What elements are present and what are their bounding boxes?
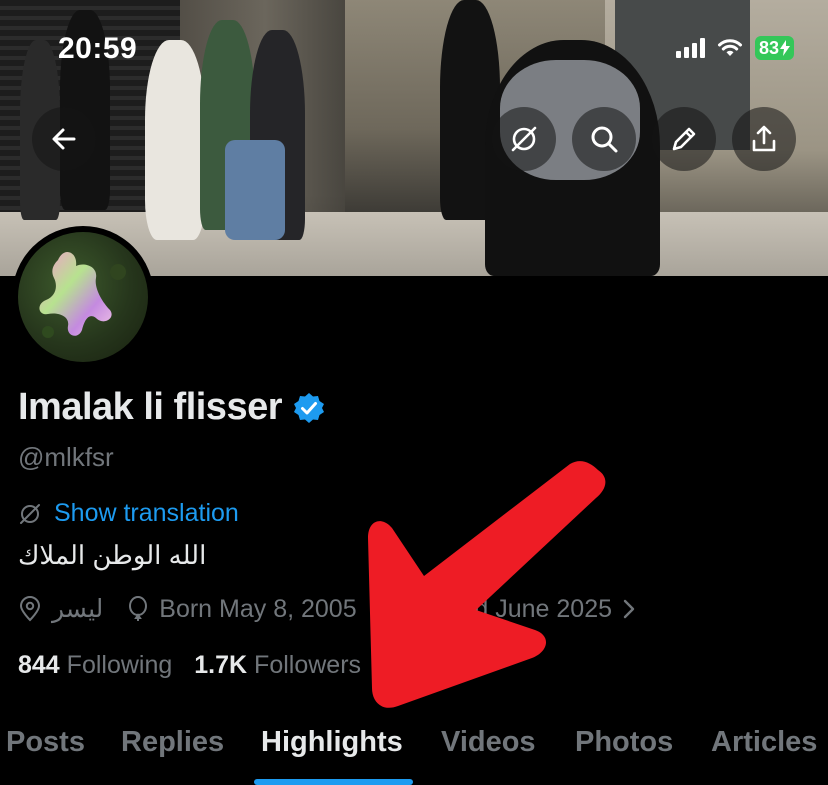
search-icon	[591, 126, 618, 153]
verified-badge-icon[interactable]	[292, 391, 326, 425]
pencil-icon	[672, 127, 696, 151]
chevron-right-icon	[623, 599, 635, 619]
tab-highlights[interactable]: Highlights	[261, 726, 403, 759]
joined-text: Joined June 2025	[414, 594, 612, 623]
location-pin-icon	[19, 596, 41, 622]
edit-button[interactable]	[652, 107, 716, 171]
balloon-icon	[129, 596, 148, 621]
tab-photos[interactable]: Photos	[575, 726, 673, 759]
following-label: Following	[66, 651, 173, 679]
joined-date[interactable]: Joined June 2025	[381, 595, 636, 624]
active-tab-indicator	[254, 779, 413, 785]
followers-count: 1.7K	[194, 651, 248, 679]
show-translation-label[interactable]: Show translation	[54, 499, 239, 528]
show-translation-link[interactable]: Show translation	[18, 499, 239, 528]
display-name-row: Imalak li flisser	[18, 386, 326, 429]
share-icon	[752, 125, 776, 152]
translate-button[interactable]	[492, 107, 556, 171]
birthday: Born May 8, 2005	[127, 594, 357, 624]
location: ليسر	[18, 594, 103, 624]
translate-off-icon	[511, 126, 537, 152]
location-text: ليسر	[52, 595, 104, 623]
status-time: 20:59	[58, 32, 138, 65]
translate-off-icon	[20, 503, 40, 524]
share-button[interactable]	[732, 107, 796, 171]
tab-posts[interactable]: Posts	[6, 726, 85, 759]
profile-meta: ليسر Born May 8, 2005 Joined June 2025	[18, 594, 636, 624]
status-icons: 83	[675, 36, 794, 60]
following-stat[interactable]: 844 Following	[18, 651, 172, 680]
charging-icon	[780, 40, 790, 56]
profile-tabs: Posts Replies Highlights Videos Photos A…	[0, 722, 828, 785]
tab-articles[interactable]: Articles	[711, 726, 817, 759]
follow-counts: 844 Following 1.7K Followers	[18, 651, 361, 680]
tab-videos[interactable]: Videos	[441, 726, 536, 759]
calendar-icon	[382, 599, 403, 619]
avatar[interactable]	[12, 226, 154, 368]
bio: الله الوطن الملاك	[18, 540, 207, 570]
battery-indicator: 83	[754, 36, 794, 60]
following-count: 844	[18, 651, 60, 679]
back-button[interactable]	[32, 107, 96, 171]
followers-stat[interactable]: 1.7K Followers	[194, 651, 361, 680]
followers-label: Followers	[254, 651, 362, 679]
tab-replies[interactable]: Replies	[121, 726, 224, 759]
wifi-icon	[717, 39, 742, 56]
signal-icon	[675, 38, 705, 58]
display-name: Imalak li flisser	[18, 386, 283, 428]
search-button[interactable]	[572, 107, 636, 171]
birthday-text: Born May 8, 2005	[159, 594, 357, 623]
arrow-left-icon	[52, 128, 76, 150]
handle: @mlkfsr	[18, 442, 114, 472]
battery-level: 83	[758, 38, 779, 58]
